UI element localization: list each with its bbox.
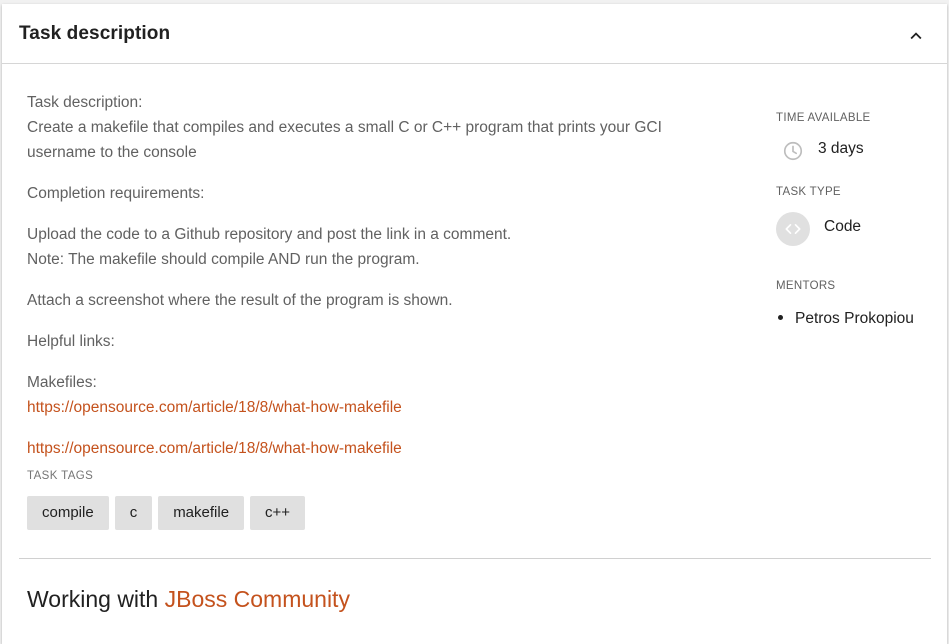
description-body: Create a makefile that compiles and exec… bbox=[27, 119, 662, 161]
organization-link[interactable]: JBoss Community bbox=[165, 586, 350, 612]
makefiles-label: Makefiles: bbox=[27, 374, 97, 391]
tag-chip[interactable]: c++ bbox=[250, 496, 306, 530]
working-with-prefix: Working with bbox=[27, 586, 159, 612]
requirement-note: Note: The makefile should compile AND ru… bbox=[27, 251, 420, 268]
bullet-icon bbox=[778, 314, 783, 320]
makefile-link-2[interactable]: https://opensource.com/article/18/8/what… bbox=[27, 440, 402, 457]
task-tags-label: TASK TAGS bbox=[27, 470, 94, 482]
chevron-up-icon bbox=[910, 32, 922, 40]
collapse-button[interactable] bbox=[905, 25, 927, 47]
screenshot-requirement: Attach a screenshot where the result of … bbox=[27, 292, 453, 309]
task-tags: compile c makefile c++ bbox=[27, 496, 306, 530]
task-type-value: Code bbox=[824, 218, 862, 235]
mentors-label: MENTORS bbox=[776, 280, 836, 292]
task-description: Task description: Create a makefile that… bbox=[27, 90, 727, 461]
tag-chip[interactable]: makefile bbox=[158, 496, 245, 530]
requirement-line: Upload the code to a Github repository a… bbox=[27, 226, 512, 243]
section-divider bbox=[19, 558, 931, 559]
task-card: Task description Task description: Creat… bbox=[2, 4, 947, 644]
card-header[interactable]: Task description bbox=[2, 4, 947, 64]
code-icon bbox=[776, 212, 810, 246]
description-heading: Task description: bbox=[27, 94, 143, 111]
tag-chip[interactable]: compile bbox=[27, 496, 109, 530]
mentor-name: Petros Prokopiou bbox=[795, 310, 914, 327]
mentor-item: Petros Prokopiou bbox=[776, 310, 914, 328]
time-available-value: 3 days bbox=[818, 140, 864, 157]
card-title: Task description bbox=[19, 23, 171, 44]
time-available-label: TIME AVAILABLE bbox=[776, 112, 871, 124]
tag-chip[interactable]: c bbox=[114, 496, 153, 530]
working-with-heading: Working with JBoss Community bbox=[27, 586, 350, 613]
completion-heading: Completion requirements: bbox=[27, 185, 205, 202]
clock-icon bbox=[783, 141, 803, 161]
task-type-label: TASK TYPE bbox=[776, 186, 841, 198]
makefile-link-1[interactable]: https://opensource.com/article/18/8/what… bbox=[27, 399, 402, 416]
helpful-links-heading: Helpful links: bbox=[27, 333, 115, 350]
